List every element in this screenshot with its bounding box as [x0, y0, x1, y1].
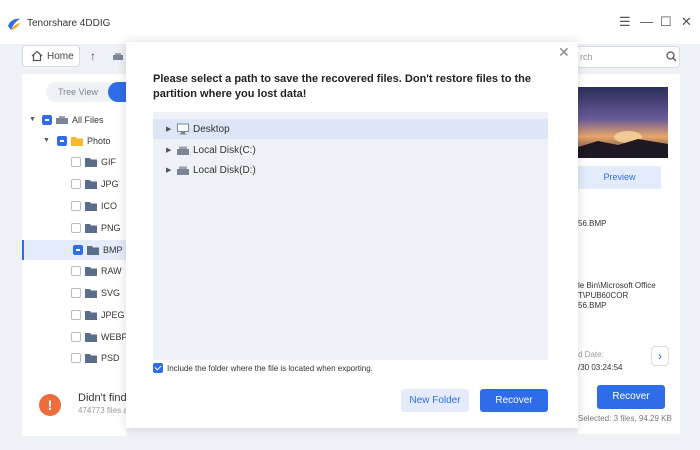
expand-icon[interactable]: ▼ [29, 116, 36, 123]
tree-view-label[interactable]: Tree View [58, 87, 98, 97]
folder-icon [85, 201, 97, 211]
folder-icon [85, 179, 97, 189]
next-arrow-icon[interactable]: › [651, 346, 669, 366]
folder-icon [87, 245, 99, 255]
tree-item[interactable]: ▼ All Files [22, 110, 126, 130]
tree-checkbox[interactable] [71, 201, 81, 211]
tree-item-label: PSD [101, 353, 120, 363]
expand-icon[interactable]: ▶ [166, 125, 171, 133]
didnt-find-text: Didn't find [78, 392, 127, 404]
tree-checkbox[interactable] [71, 223, 81, 233]
maximize-icon[interactable]: ☐ [660, 14, 672, 30]
tree-item[interactable]: RAW [22, 261, 126, 281]
drive-icon [177, 144, 189, 156]
preview-thumbnail [578, 87, 668, 158]
tree-item[interactable]: JPG [22, 174, 126, 194]
file-view-toggle[interactable] [108, 82, 126, 102]
date-label: d Date: [578, 350, 604, 359]
tree-checkbox[interactable] [71, 266, 81, 276]
home-label: Home [47, 51, 74, 62]
tree-item[interactable]: SVG [22, 283, 126, 303]
tree-item[interactable]: JPEG [22, 305, 126, 325]
path-item-label: Local Disk(C:) [193, 145, 256, 156]
tree-item[interactable]: GIF [22, 152, 126, 172]
expand-icon[interactable]: ▶ [166, 146, 171, 154]
preview-path-line2: T\PUB60COR [578, 291, 629, 300]
search-placeholder: rch [580, 52, 593, 62]
tree-checkbox[interactable] [73, 245, 83, 255]
expand-icon[interactable]: ▶ [166, 166, 171, 174]
tree-checkbox[interactable] [57, 136, 67, 146]
tree-checkbox[interactable] [71, 353, 81, 363]
date-value: /30 03:24:54 [578, 363, 623, 372]
folder-icon [85, 288, 97, 298]
preview-path-line3: 56.BMP [578, 301, 607, 310]
tree-item[interactable]: PNG [22, 218, 126, 238]
tree-checkbox[interactable] [42, 115, 52, 125]
tree-item-label: All Files [72, 115, 104, 125]
tree-item-label: WEBP [101, 332, 128, 342]
recover-button[interactable]: Recover [480, 389, 548, 412]
tree-item[interactable]: BMP [22, 240, 126, 260]
drive-icon[interactable] [112, 52, 124, 61]
search-input[interactable]: rch [575, 46, 680, 68]
tree-checkbox[interactable] [71, 310, 81, 320]
dialog-close-icon[interactable]: ✕ [558, 44, 570, 61]
tree-item[interactable]: ▼ Photo [22, 131, 126, 151]
include-folder-label: Include the folder where the file is loc… [167, 364, 373, 373]
files-count: 474773 files a [78, 406, 128, 415]
alert-icon: ! [39, 394, 61, 416]
tree-item-label: PNG [101, 223, 121, 233]
minimize-icon[interactable]: — [640, 14, 653, 29]
dialog-title: Please select a path to save the recover… [153, 73, 531, 100]
tree-item[interactable]: PSD [22, 348, 126, 368]
tree-checkbox[interactable] [71, 332, 81, 342]
home-button[interactable]: Home [22, 45, 80, 67]
monitor-icon [177, 123, 189, 135]
expand-icon[interactable]: ▼ [43, 137, 50, 144]
tree-checkbox[interactable] [71, 157, 81, 167]
preview-filename: 56.BMP [578, 219, 607, 228]
bottom-bar [22, 374, 126, 436]
path-item-label: Desktop [193, 124, 230, 135]
tree-item-label: SVG [101, 288, 121, 298]
folder-icon [85, 353, 97, 363]
tree-checkbox[interactable] [71, 179, 81, 189]
app-logo-icon [8, 18, 20, 30]
folder-icon [85, 223, 97, 233]
include-folder-checkbox[interactable] [153, 363, 163, 373]
folder-icon [85, 266, 97, 276]
tree-item-label: BMP [103, 245, 123, 255]
path-item[interactable]: ▶ Local Disk(D:) [153, 160, 548, 180]
preview-path-line1: le Bin\Microsoft Office [578, 281, 656, 290]
path-item[interactable]: ▶ Desktop [153, 119, 548, 139]
preview-button[interactable]: Preview [578, 166, 661, 189]
selected-info: Selected: 3 files, 94.29 KB [578, 414, 672, 423]
menu-icon[interactable]: ☰ [619, 14, 631, 30]
tree-item-label: JPEG [101, 310, 125, 320]
tree-item-label: GIF [101, 157, 116, 167]
tree-item-label: RAW [101, 266, 122, 276]
photo-folder-icon [71, 136, 83, 146]
folder-icon [85, 310, 97, 320]
drive-icon [177, 164, 189, 176]
path-item[interactable]: ▶ Local Disk(C:) [153, 140, 548, 160]
app-title: Tenorshare 4DDIG [27, 18, 111, 29]
close-icon[interactable]: ✕ [681, 14, 692, 30]
new-folder-button[interactable]: New Folder [401, 389, 469, 412]
home-icon [31, 50, 43, 62]
folder-icon [85, 157, 97, 167]
tree-item-label: ICO [101, 201, 118, 211]
tree-item-label: Photo [87, 136, 111, 146]
tree-item-label: JPG [101, 179, 119, 189]
path-item-label: Local Disk(D:) [193, 165, 256, 176]
recover-main-button[interactable]: Recover [597, 385, 665, 409]
tree-item[interactable]: WEBP [22, 327, 128, 347]
search-icon[interactable] [666, 51, 677, 62]
tree-checkbox[interactable] [71, 288, 81, 298]
up-arrow-icon[interactable]: ↑ [90, 49, 96, 63]
drive-icon [56, 115, 68, 125]
folder-icon [85, 332, 97, 342]
tree-item[interactable]: ICO [22, 196, 126, 216]
